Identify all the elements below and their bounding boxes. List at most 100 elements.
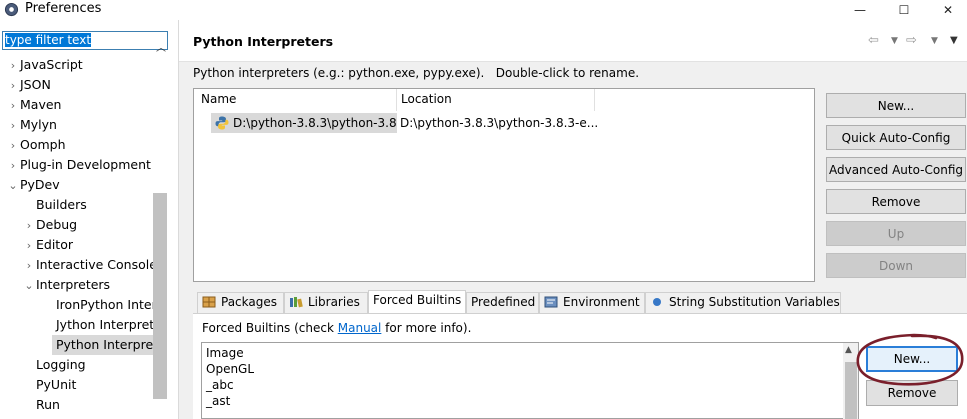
- sidebar-item[interactable]: Jython Interpreter: [52, 315, 153, 335]
- sidebar-item-label: Debug: [36, 217, 78, 232]
- tab-environment[interactable]: Environment: [539, 292, 645, 313]
- move-up-button[interactable]: Up: [826, 221, 966, 246]
- window-title: Preferences: [25, 1, 102, 16]
- libraries-icon: [290, 297, 303, 308]
- sidebar-item-label: Oomph: [20, 137, 66, 152]
- tab-label: Forced Builtins: [373, 293, 462, 307]
- sidebar-item-label: Interactive Console: [36, 257, 153, 272]
- sidebar-item[interactable]: › Interactive Console: [0, 255, 153, 275]
- list-item[interactable]: _ast: [206, 394, 230, 408]
- forced-builtins-list[interactable]: [201, 342, 859, 419]
- chevron-right-icon[interactable]: ›: [22, 236, 36, 255]
- forward-arrow-icon[interactable]: ⇨: [906, 33, 917, 48]
- chevron-down-icon[interactable]: ⌄: [22, 276, 36, 295]
- move-down-button[interactable]: Down: [826, 253, 966, 278]
- sidebar-item[interactable]: IronPython Interpreter: [52, 295, 153, 315]
- sidebar-item-label: PyUnit: [36, 377, 77, 392]
- sidebar-item-label: JavaScript: [20, 57, 83, 72]
- minimize-button[interactable]: —: [840, 0, 880, 20]
- interpreter-name-cell[interactable]: D:\python-3.8.3\python-3.8.: [233, 116, 396, 130]
- tab-libraries[interactable]: Libraries: [284, 292, 368, 313]
- list-item[interactable]: Image: [206, 346, 244, 360]
- tree-scroll-up-icon[interactable]: ︿: [156, 39, 166, 54]
- sidebar-item[interactable]: › Debug: [0, 215, 153, 235]
- filter-input[interactable]: type filter text: [2, 31, 168, 50]
- chevron-right-icon[interactable]: ›: [6, 116, 20, 135]
- sidebar-item[interactable]: Logging: [0, 355, 153, 375]
- sidebar-item-label: IronPython Interpreter: [56, 297, 153, 312]
- sidebar-item[interactable]: › Editor: [0, 235, 153, 255]
- sidebar-item[interactable]: PyUnit: [0, 375, 153, 395]
- view-menu-icon[interactable]: ▼: [950, 35, 958, 46]
- forced-builtins-description: Forced Builtins (check Manual for more i…: [202, 321, 471, 335]
- sidebar-item[interactable]: › Plug-in Development: [0, 155, 153, 175]
- sidebar-item-label: Editor: [36, 237, 73, 252]
- tab-forced-builtins[interactable]: Forced Builtins: [368, 290, 466, 314]
- page-title: Python Interpreters: [193, 34, 334, 49]
- tab-label: Libraries: [308, 295, 360, 309]
- list-item[interactable]: OpenGL: [206, 362, 254, 376]
- remove-interpreter-button[interactable]: Remove: [826, 189, 966, 214]
- sidebar-item[interactable]: Builders: [0, 195, 153, 215]
- sidebar-item[interactable]: › Mylyn: [0, 115, 153, 135]
- variable-dot-icon: [653, 298, 661, 306]
- interpreter-location-cell[interactable]: D:\python-3.8.3\python-3.8.3-e...: [400, 116, 598, 130]
- filter-input-text: type filter text: [5, 33, 92, 47]
- sidebar-item-label: Plug-in Development: [20, 157, 151, 172]
- tab-label: Packages: [221, 295, 277, 309]
- manual-link[interactable]: Manual: [338, 321, 382, 335]
- forward-dropdown-icon[interactable]: ▼: [931, 36, 938, 46]
- sidebar-item[interactable]: › JSON: [0, 75, 153, 95]
- chevron-right-icon[interactable]: ›: [6, 136, 20, 155]
- column-separator[interactable]: [594, 89, 595, 111]
- column-header-location[interactable]: Location: [401, 92, 452, 106]
- chevron-right-icon[interactable]: ›: [6, 96, 20, 115]
- sidebar-item[interactable]: › Maven: [0, 95, 153, 115]
- red-circle-annotation: [856, 333, 964, 386]
- sidebar-item-label: Python Interpreter: [56, 337, 153, 352]
- preferences-app-icon: [4, 2, 19, 17]
- sidebar-item-label: Maven: [20, 97, 62, 112]
- advanced-auto-config-button[interactable]: Advanced Auto-Config: [826, 157, 966, 182]
- new-interpreter-button[interactable]: New...: [826, 93, 966, 118]
- desc-text: Forced Builtins (check: [202, 321, 338, 335]
- list-item[interactable]: _abc: [206, 378, 234, 392]
- tab-predefined[interactable]: Predefined: [466, 292, 539, 313]
- chevron-right-icon[interactable]: ›: [6, 156, 20, 175]
- column-separator[interactable]: [396, 89, 397, 111]
- title-bar: [0, 0, 967, 20]
- sidebar-item[interactable]: ⌄ PyDev: [0, 175, 153, 195]
- chevron-right-icon[interactable]: ›: [6, 76, 20, 95]
- tab-string-substitution-variables[interactable]: String Substitution Variables: [645, 292, 841, 313]
- sidebar-item-label: Logging: [36, 357, 86, 372]
- scroll-up-icon[interactable]: ▲: [845, 345, 852, 355]
- back-dropdown-icon[interactable]: ▼: [891, 36, 898, 46]
- close-button[interactable]: ✕: [928, 0, 967, 20]
- tab-packages[interactable]: Packages: [197, 292, 284, 313]
- column-header-name[interactable]: Name: [201, 92, 236, 106]
- sidebar-item-label: Jython Interpreter: [56, 317, 153, 332]
- sidebar-item[interactable]: › JavaScript: [0, 55, 153, 75]
- tab-label: Environment: [563, 295, 640, 309]
- maximize-button[interactable]: ☐: [884, 0, 924, 20]
- tree-scrollbar[interactable]: [153, 193, 167, 399]
- quick-auto-config-button[interactable]: Quick Auto-Config: [826, 125, 966, 150]
- sidebar-item-label: Mylyn: [20, 117, 57, 132]
- chevron-right-icon[interactable]: ›: [22, 256, 36, 275]
- desc-text: for more info).: [381, 321, 472, 335]
- sidebar-item[interactable]: Python Interpreter: [52, 335, 153, 355]
- chevron-right-icon[interactable]: ›: [6, 56, 20, 75]
- sidebar-item-label: PyDev: [20, 177, 60, 192]
- back-arrow-icon[interactable]: ⇦: [868, 33, 879, 48]
- sidebar-item[interactable]: Run: [0, 395, 153, 415]
- sidebar-item[interactable]: ⌄ Interpreters: [0, 275, 153, 295]
- sidebar-item[interactable]: › Oomph: [0, 135, 153, 155]
- page-description: Python interpreters (e.g.: python.exe, p…: [193, 66, 640, 80]
- packages-icon: [202, 296, 216, 308]
- tab-label: Predefined: [471, 295, 536, 309]
- sidebar-item-label: JSON: [20, 77, 51, 92]
- sidebar-item-label: Run: [36, 397, 60, 412]
- chevron-right-icon[interactable]: ›: [22, 216, 36, 235]
- tab-label: String Substitution Variables: [669, 295, 840, 309]
- chevron-down-icon[interactable]: ⌄: [6, 176, 20, 195]
